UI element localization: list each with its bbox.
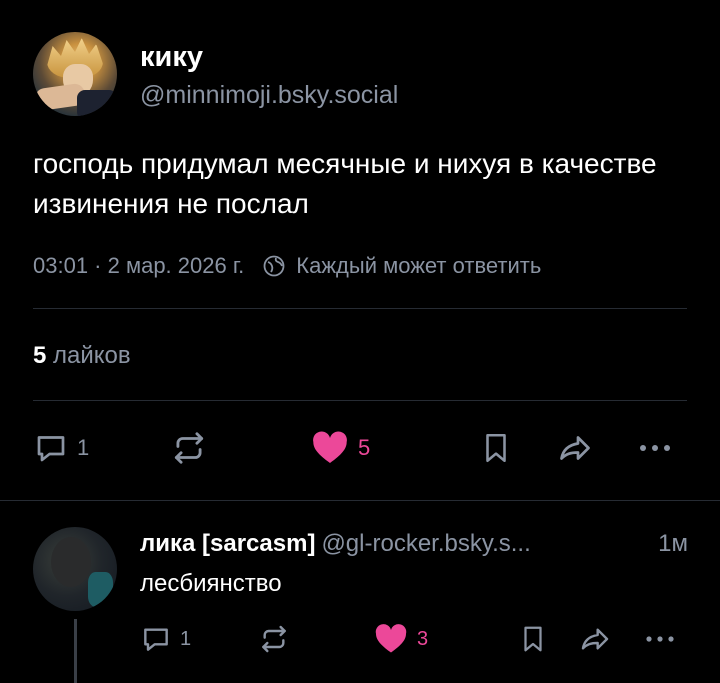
likes-summary[interactable]: 5 лайков bbox=[33, 340, 131, 372]
share-arrow-icon bbox=[560, 436, 590, 460]
divider bbox=[33, 308, 687, 309]
repost-arrows-icon bbox=[262, 625, 286, 653]
like-count: 3 bbox=[417, 627, 429, 650]
like-button[interactable]: 5 bbox=[310, 428, 370, 468]
post-actions: 1 5 bbox=[33, 428, 693, 468]
share-arrow-icon bbox=[581, 628, 609, 650]
repost-button[interactable] bbox=[258, 619, 290, 659]
speech-bubble-icon bbox=[144, 628, 168, 651]
reply-button[interactable]: 1 bbox=[140, 619, 191, 659]
thread-line bbox=[74, 619, 77, 683]
reply-header: лика [sarcasm] @gl-rocker.bsky.s... 1м bbox=[140, 529, 700, 559]
like-count: 5 bbox=[358, 435, 371, 460]
post-meta: 03:01 · 2 мар. 2026 г. Каждый может отве… bbox=[33, 251, 541, 281]
bookmark-icon bbox=[486, 433, 506, 463]
share-button[interactable] bbox=[555, 428, 595, 468]
avatar[interactable] bbox=[33, 32, 117, 116]
author-display-name[interactable]: кику bbox=[140, 40, 203, 74]
like-button[interactable]: 3 bbox=[373, 619, 428, 659]
reply-author-name[interactable]: лика [sarcasm] bbox=[140, 530, 315, 557]
post-text: господь придумал месячные и нихуя в каче… bbox=[33, 148, 657, 219]
more-button[interactable] bbox=[635, 428, 675, 468]
more-dots-icon bbox=[646, 636, 674, 642]
bookmark-icon bbox=[524, 626, 542, 652]
likes-label: лайков bbox=[53, 342, 131, 369]
repost-button[interactable] bbox=[170, 428, 208, 468]
repost-arrows-icon bbox=[174, 432, 204, 464]
reply-count: 1 bbox=[180, 627, 192, 650]
share-button[interactable] bbox=[577, 619, 613, 659]
reply-text: лесбиянство bbox=[140, 570, 282, 597]
more-button[interactable] bbox=[642, 619, 678, 659]
more-dots-icon bbox=[640, 445, 670, 451]
avatar[interactable] bbox=[33, 527, 117, 611]
reply-post[interactable]: лика [sarcasm] @gl-rocker.bsky.s... 1м ле… bbox=[0, 501, 720, 683]
reply-author-handle[interactable]: @gl-rocker.bsky.s... bbox=[321, 530, 530, 557]
heart-icon bbox=[375, 624, 407, 653]
main-post: кику @minnimoji.bsky.social господь прид… bbox=[0, 0, 720, 500]
divider bbox=[33, 400, 687, 401]
reply-timestamp: 1м bbox=[658, 530, 688, 557]
speech-bubble-icon bbox=[37, 436, 65, 462]
heart-icon bbox=[313, 431, 347, 463]
reply-setting[interactable]: Каждый может ответить bbox=[296, 253, 541, 279]
likes-count: 5 bbox=[33, 342, 47, 369]
bookmark-button[interactable] bbox=[479, 428, 513, 468]
post-timestamp: 03:01 · 2 мар. 2026 г. bbox=[33, 253, 245, 278]
reply-button[interactable]: 1 bbox=[33, 428, 89, 468]
globe-icon bbox=[263, 255, 285, 277]
bookmark-button[interactable] bbox=[518, 619, 548, 659]
author-handle[interactable]: @minnimoji.bsky.social bbox=[140, 80, 398, 110]
reply-actions: 1 3 bbox=[140, 619, 700, 655]
reply-count: 1 bbox=[77, 435, 90, 460]
